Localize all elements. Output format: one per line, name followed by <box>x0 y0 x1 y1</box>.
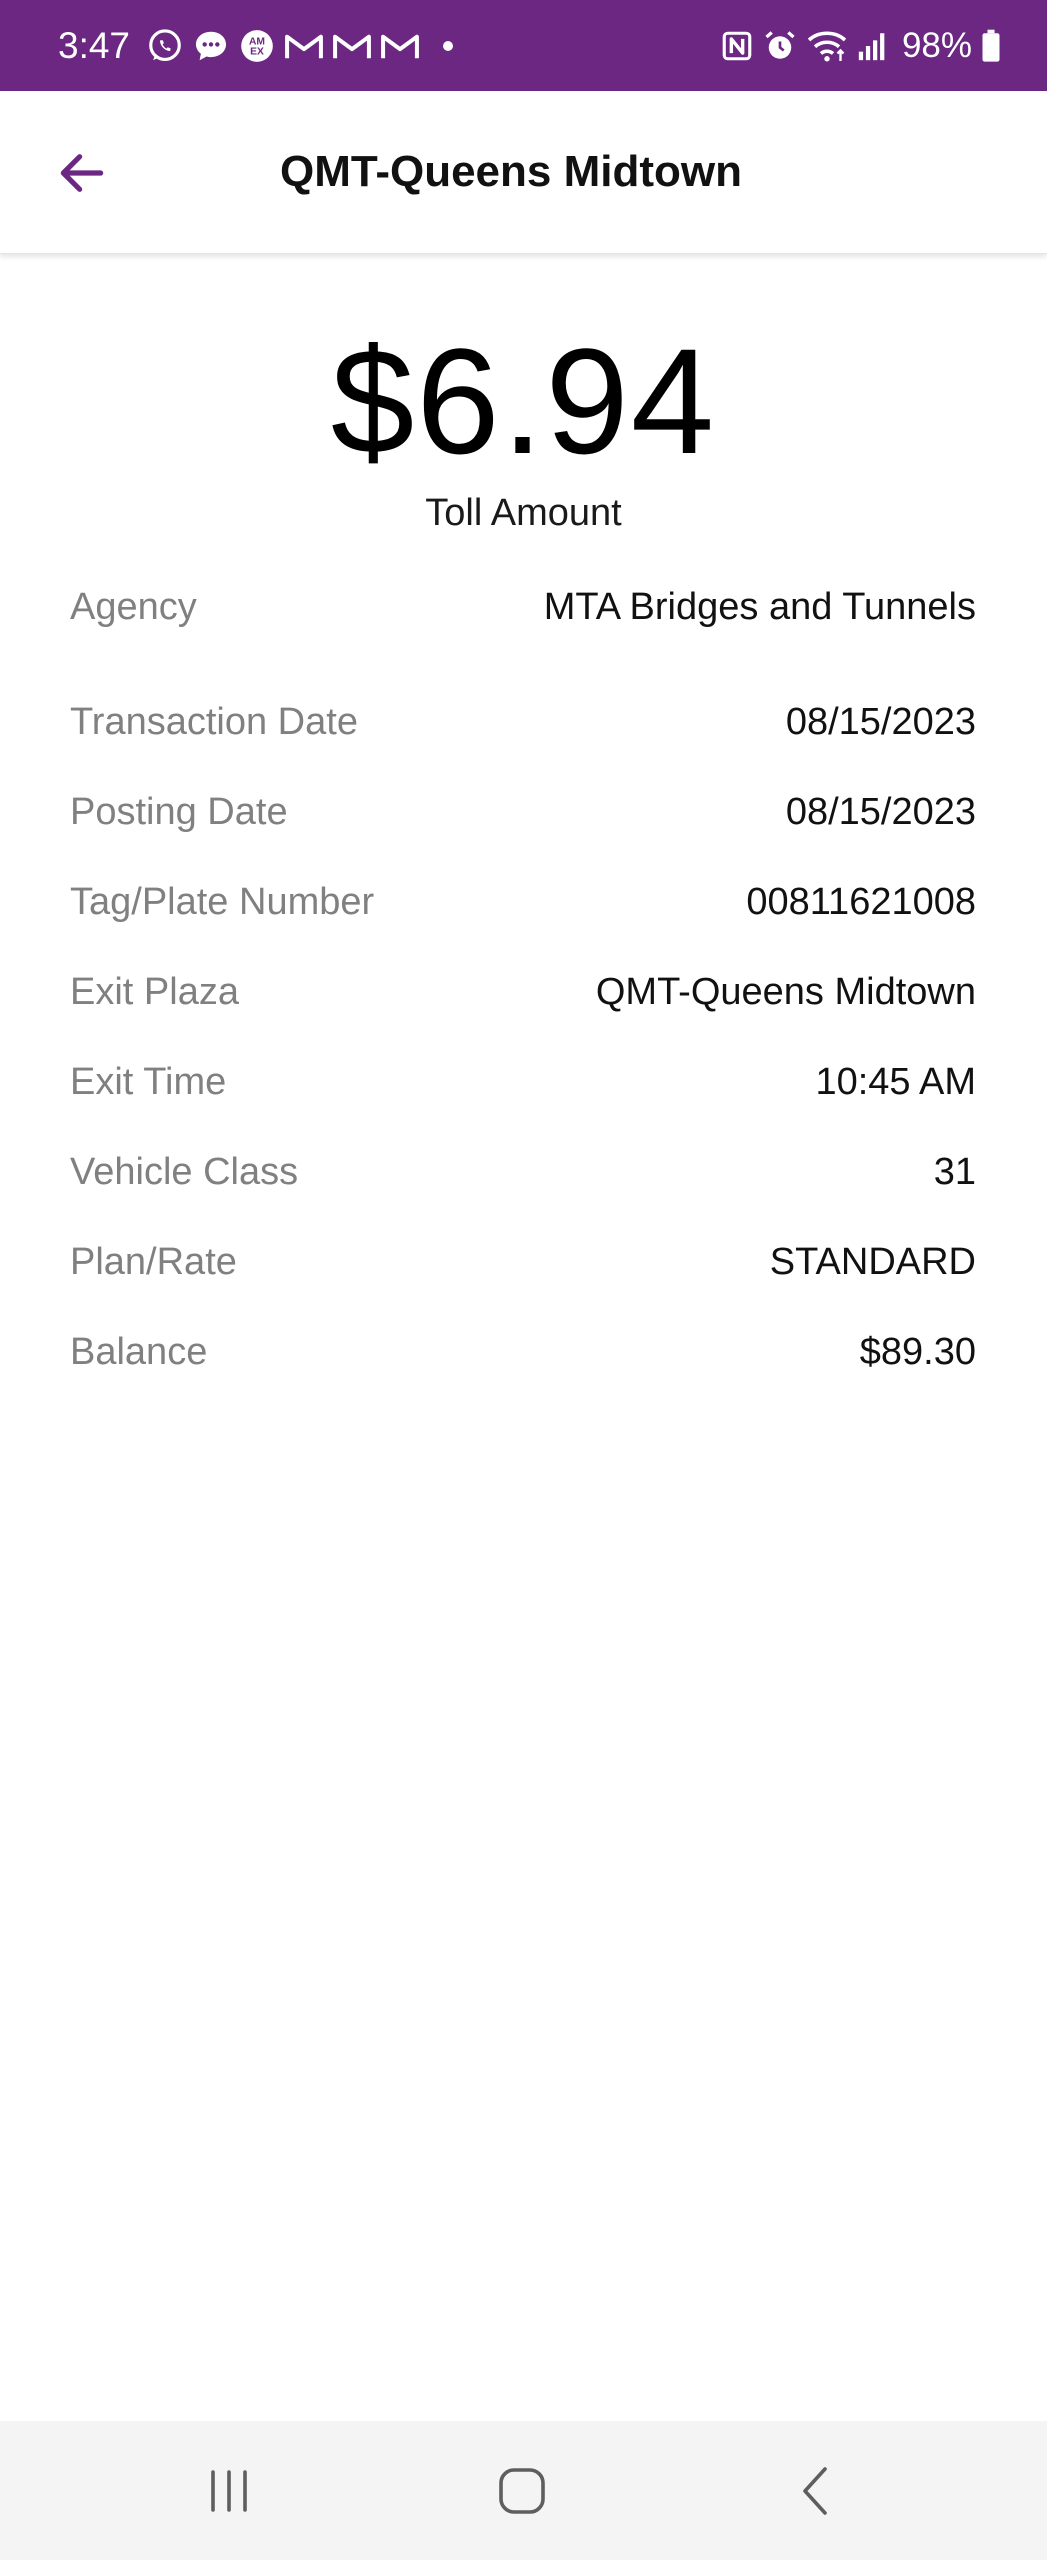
status-left: 3:47 AM EX <box>58 25 462 67</box>
recent-apps-button[interactable] <box>174 2451 284 2531</box>
detail-row-tag-plate-number: Tag/Plate Number 00811621008 <box>70 857 976 947</box>
transaction-details: Agency MTA Bridges and Tunnels Transacti… <box>70 575 976 1397</box>
screen: 3:47 AM EX 98% QMT-Queens Midtown $6.94 … <box>0 0 1047 2560</box>
gmail-icon <box>332 29 372 63</box>
detail-label: Balance <box>70 1330 208 1373</box>
detail-label: Posting Date <box>70 790 288 833</box>
detail-value: $89.30 <box>859 1330 976 1373</box>
nfc-icon <box>720 29 754 63</box>
detail-row-posting-date: Posting Date 08/15/2023 <box>70 767 976 857</box>
battery-percent: 98% <box>901 25 972 65</box>
detail-value: 10:45 AM <box>815 1060 976 1103</box>
gmail-icon <box>284 29 324 63</box>
detail-label: Agency <box>70 585 197 628</box>
app-bar: QMT-Queens Midtown <box>0 91 1047 254</box>
detail-row-balance: Balance $89.30 <box>70 1307 976 1397</box>
status-time: 3:47 <box>58 24 131 66</box>
wifi-icon <box>806 28 848 64</box>
detail-row-plan-rate: Plan/Rate STANDARD <box>70 1217 976 1307</box>
status-right: 98% <box>720 26 1002 66</box>
detail-value: MTA Bridges and Tunnels <box>543 585 976 628</box>
detail-value: 31 <box>933 1150 976 1193</box>
whatsapp-icon <box>146 27 184 65</box>
back-icon <box>803 2467 827 2515</box>
detail-value: 08/15/2023 <box>785 790 976 833</box>
toll-amount: $6.94 <box>330 317 717 485</box>
detail-row-agency: Agency MTA Bridges and Tunnels <box>70 575 976 639</box>
home-icon <box>499 2468 545 2514</box>
detail-label: Vehicle Class <box>70 1150 299 1193</box>
detail-value: 08/15/2023 <box>785 700 976 743</box>
detail-label: Exit Plaza <box>70 970 239 1013</box>
detail-value: 00811621008 <box>746 880 976 923</box>
detail-value: STANDARD <box>769 1240 976 1283</box>
messages-icon <box>192 27 230 65</box>
alarm-icon <box>762 28 798 64</box>
recent-apps-icon <box>211 2470 247 2512</box>
detail-row-transaction-date: Transaction Date 08/15/2023 <box>70 677 976 767</box>
detail-label: Exit Time <box>70 1060 227 1103</box>
navigation-bar <box>0 2421 1047 2560</box>
detail-label: Tag/Plate Number <box>70 880 375 923</box>
detail-row-vehicle-class: Vehicle Class 31 <box>70 1127 976 1217</box>
detail-row-exit-plaza: Exit Plaza QMT-Queens Midtown <box>70 947 976 1037</box>
page-title: QMT-Queens Midtown <box>280 147 742 196</box>
detail-label: Transaction Date <box>70 700 358 743</box>
status-bar: 3:47 AM EX 98% <box>0 0 1047 91</box>
back-nav-button[interactable] <box>760 2451 870 2531</box>
gmail-icon <box>380 29 420 63</box>
svg-text:EX: EX <box>250 46 264 57</box>
amex-icon: AM EX <box>238 27 276 65</box>
detail-label: Plan/Rate <box>70 1240 237 1283</box>
arrow-left-icon <box>60 154 104 192</box>
detail-value: QMT-Queens Midtown <box>595 970 976 1013</box>
back-button[interactable] <box>44 135 120 211</box>
home-button[interactable] <box>467 2451 577 2531</box>
toll-amount-label: Toll Amount <box>425 492 622 534</box>
battery-icon <box>980 29 1002 63</box>
detail-row-exit-time: Exit Time 10:45 AM <box>70 1037 976 1127</box>
dot-icon <box>442 40 454 52</box>
signal-icon <box>856 29 890 63</box>
